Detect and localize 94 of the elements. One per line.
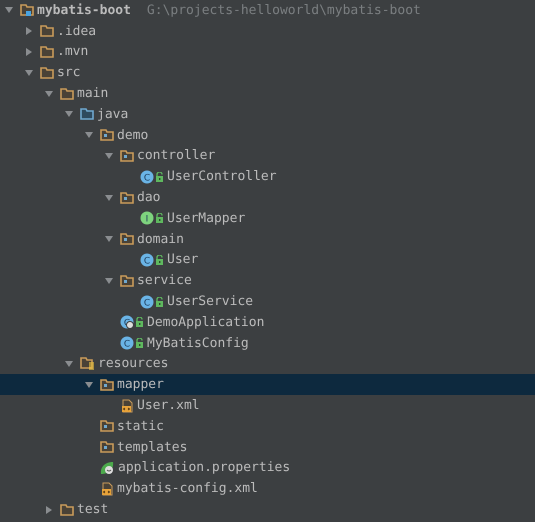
tree-row[interactable]: C MyBatisConfig [0, 332, 535, 354]
tree-row[interactable]: User.xml [0, 395, 535, 416]
tree-row[interactable]: demo [0, 124, 535, 146]
lock-icon [155, 296, 164, 307]
file-name: mybatis-boot [37, 2, 131, 18]
tree-row[interactable]: mybatis-config.xml [0, 478, 535, 500]
tree-row[interactable]: templates [0, 436, 535, 458]
file-name: resources [98, 356, 168, 372]
file-name: main [77, 86, 108, 102]
tree-row[interactable]: static [0, 416, 535, 437]
caret-icon[interactable] [44, 504, 54, 515]
tree-row[interactable]: resources [0, 354, 535, 374]
tree-row[interactable]: mybatis-boot G:\projects-helloworld\mybatis-boot [0, 0, 535, 21]
tree-row[interactable]: .mvn [0, 42, 535, 62]
caret-icon[interactable] [84, 130, 94, 140]
spring-leaf-icon [100, 460, 115, 475]
xml-file-icon [120, 398, 134, 413]
folder-icon [40, 66, 54, 79]
class-icon: C [120, 336, 134, 350]
caret-icon[interactable] [104, 150, 114, 161]
folder-icon [20, 4, 34, 17]
caret-icon[interactable] [104, 234, 114, 244]
caret-icon[interactable] [64, 358, 74, 369]
tree-row[interactable]: test [0, 499, 535, 520]
resources-folder-icon [80, 357, 95, 370]
folder-icon [60, 504, 74, 516]
caret-icon[interactable] [104, 276, 114, 286]
file-name: .idea [57, 24, 96, 39]
class-icon: C [140, 252, 154, 267]
tree-row[interactable]: controller [0, 146, 535, 166]
lock-icon [155, 213, 164, 224]
caret-icon[interactable] [24, 26, 34, 36]
folder-icon [60, 88, 74, 100]
class-icon: C [140, 294, 154, 309]
caret-icon[interactable] [4, 5, 14, 16]
package-icon [100, 378, 114, 391]
tree-row[interactable]: I UserMapper [0, 208, 535, 229]
file-name: mybatis-config.xml [117, 481, 258, 496]
package-icon [120, 233, 134, 246]
package-icon [100, 420, 114, 432]
file-name: MyBatisConfig [147, 336, 249, 351]
tree-row[interactable]: C UserController [0, 166, 535, 188]
file-name: dao [137, 190, 160, 206]
lock-icon [135, 317, 144, 328]
file-name: User [167, 252, 198, 268]
interface-icon: I [140, 211, 154, 226]
tree-row[interactable]: .idea [0, 20, 535, 42]
file-name: UserService [167, 294, 254, 310]
file-name: static [117, 418, 164, 434]
tree-row[interactable]: application.properties [0, 458, 535, 478]
file-name: controller [137, 148, 216, 164]
caret-icon[interactable] [84, 380, 94, 390]
project-path: G:\projects-helloworld\mybatis-boot [146, 2, 421, 18]
lock-icon [155, 172, 164, 182]
lock-icon [135, 338, 144, 348]
tree-row[interactable]: mapper [0, 374, 535, 396]
tree-row[interactable]: main [0, 83, 535, 104]
file-name: UserMapper [167, 210, 246, 226]
tree-row[interactable]: dao [0, 187, 535, 208]
xml-file-icon [100, 482, 114, 496]
file-name: UserController [167, 169, 277, 184]
file-name: application.properties [118, 460, 290, 476]
package-icon [120, 274, 134, 287]
file-name: DemoApplication [147, 314, 264, 330]
file-name: domain [137, 232, 184, 247]
file-name: mapper [117, 377, 164, 392]
caret-icon[interactable] [24, 68, 34, 78]
package-icon [100, 441, 114, 454]
caret-icon[interactable] [44, 88, 54, 99]
file-name: service [137, 273, 192, 288]
tree-row[interactable]: C User [0, 250, 535, 270]
file-name: src [57, 65, 80, 80]
tree-row[interactable]: domain [0, 228, 535, 250]
class-icon: C [140, 170, 154, 184]
folder-icon [80, 108, 94, 120]
file-name: test [77, 502, 108, 518]
tree-row[interactable]: C UserService [0, 291, 535, 312]
folder-icon [40, 25, 54, 38]
lock-icon [155, 254, 164, 265]
caret-icon[interactable] [24, 46, 34, 57]
folder-icon [40, 46, 54, 58]
caret-icon[interactable] [64, 109, 74, 120]
package-icon [100, 129, 114, 142]
package-icon [120, 150, 134, 162]
tree-row[interactable]: service [0, 270, 535, 292]
file-name: .mvn [57, 44, 88, 60]
file-name: java [97, 106, 128, 122]
tree-row[interactable]: java [0, 104, 535, 125]
file-name: templates [117, 440, 188, 455]
file-name: User.xml [137, 398, 200, 414]
tree-row[interactable]: src [0, 62, 535, 84]
package-icon [120, 192, 134, 204]
file-name: demo [117, 128, 148, 143]
caret-icon[interactable] [104, 192, 114, 203]
